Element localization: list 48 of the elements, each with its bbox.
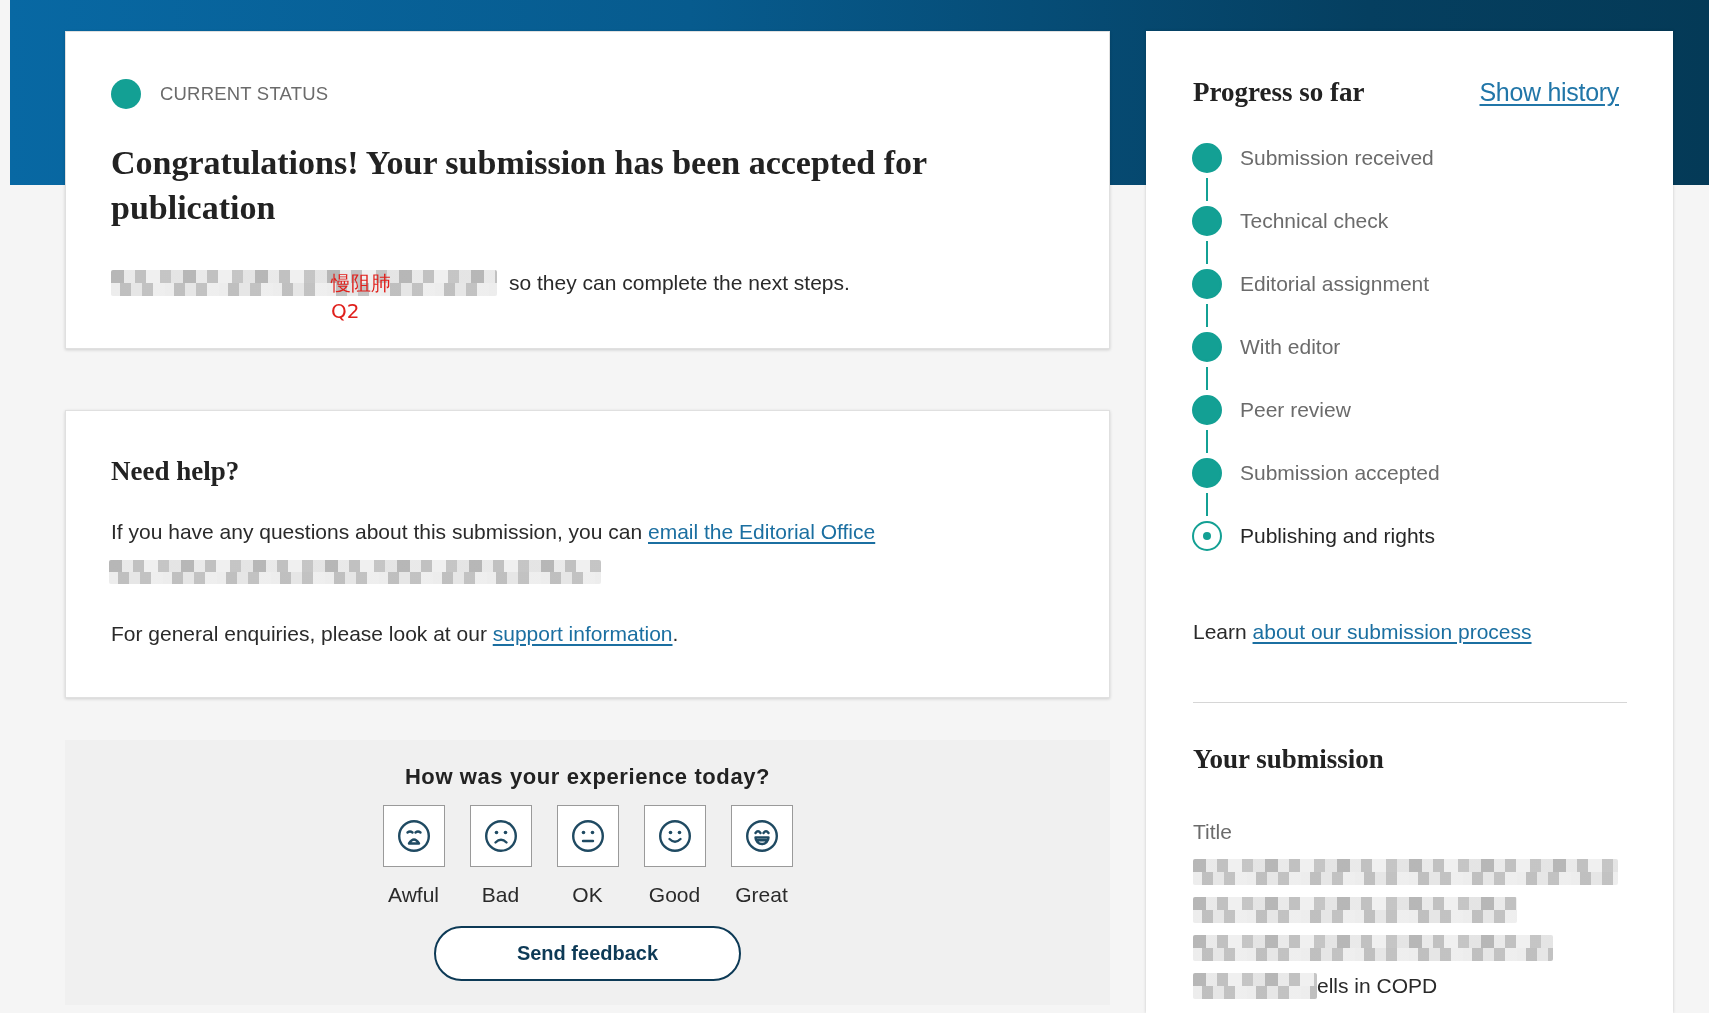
smiling-face-icon — [658, 820, 691, 852]
status-heading: Congratulations! Your submission has been accepted for publication — [111, 143, 928, 228]
help-text: If you have any questions about this submission, you can email the Editorial Office — [111, 519, 877, 545]
rating-button[interactable] — [643, 805, 706, 867]
status-label: CURRENT STATUS — [160, 82, 329, 106]
step-connector — [1206, 178, 1208, 201]
step-label: Submission accepted — [1240, 460, 1440, 486]
neutral-face-icon — [571, 820, 604, 852]
help-text: For general enquiries, please look at our support information. — [111, 621, 680, 647]
status-message: so they can complete the next steps. — [509, 270, 850, 296]
distressed-face-icon — [397, 820, 430, 852]
grinning-face-icon — [745, 820, 778, 852]
step-label: Publishing and rights — [1240, 523, 1435, 549]
rating-label: Good — [648, 882, 701, 908]
help-title: Need help? — [111, 455, 240, 487]
rating-label: Awful — [388, 882, 439, 908]
step-connector — [1206, 367, 1208, 390]
learn-text: Learn about our submission process — [1193, 619, 1533, 645]
field-label: Title — [1193, 819, 1233, 845]
step-label: Peer review — [1240, 397, 1351, 423]
text-link[interactable]: email the Editorial Office — [648, 520, 876, 543]
rating-button[interactable] — [556, 805, 619, 867]
progress-title: Progress so far — [1193, 76, 1365, 108]
send-feedback-button[interactable]: Send feedback — [434, 926, 741, 981]
rating-label: Bad — [481, 882, 520, 908]
step-connector — [1206, 430, 1208, 453]
step-label: Technical check — [1240, 208, 1389, 234]
rating-button[interactable] — [730, 805, 793, 867]
annotation-text: Q2 — [331, 298, 360, 325]
frowning-face-icon — [484, 820, 517, 852]
show-history-link[interactable]: Show history — [1479, 76, 1619, 108]
step-label: Submission received — [1240, 145, 1434, 171]
step-label: Editorial assignment — [1240, 271, 1430, 297]
step-connector — [1206, 493, 1208, 516]
feedback-question: How was your experience today? — [404, 763, 771, 791]
field-value: ells in COPD — [1317, 973, 1438, 999]
step-label: With editor — [1240, 334, 1341, 360]
step-connector — [1206, 241, 1208, 264]
status-dot-icon — [111, 79, 141, 109]
rating-button[interactable] — [382, 805, 445, 867]
step-connector — [1206, 304, 1208, 327]
text-link[interactable]: support information — [492, 622, 673, 645]
text-link[interactable]: about our submission process — [1252, 620, 1532, 643]
rating-label: OK — [572, 882, 603, 908]
rating-label: Great — [735, 882, 788, 908]
rating-button[interactable] — [469, 805, 532, 867]
submission-title: Your submission — [1192, 743, 1385, 775]
annotation-text: 慢阻肺 — [331, 270, 391, 297]
